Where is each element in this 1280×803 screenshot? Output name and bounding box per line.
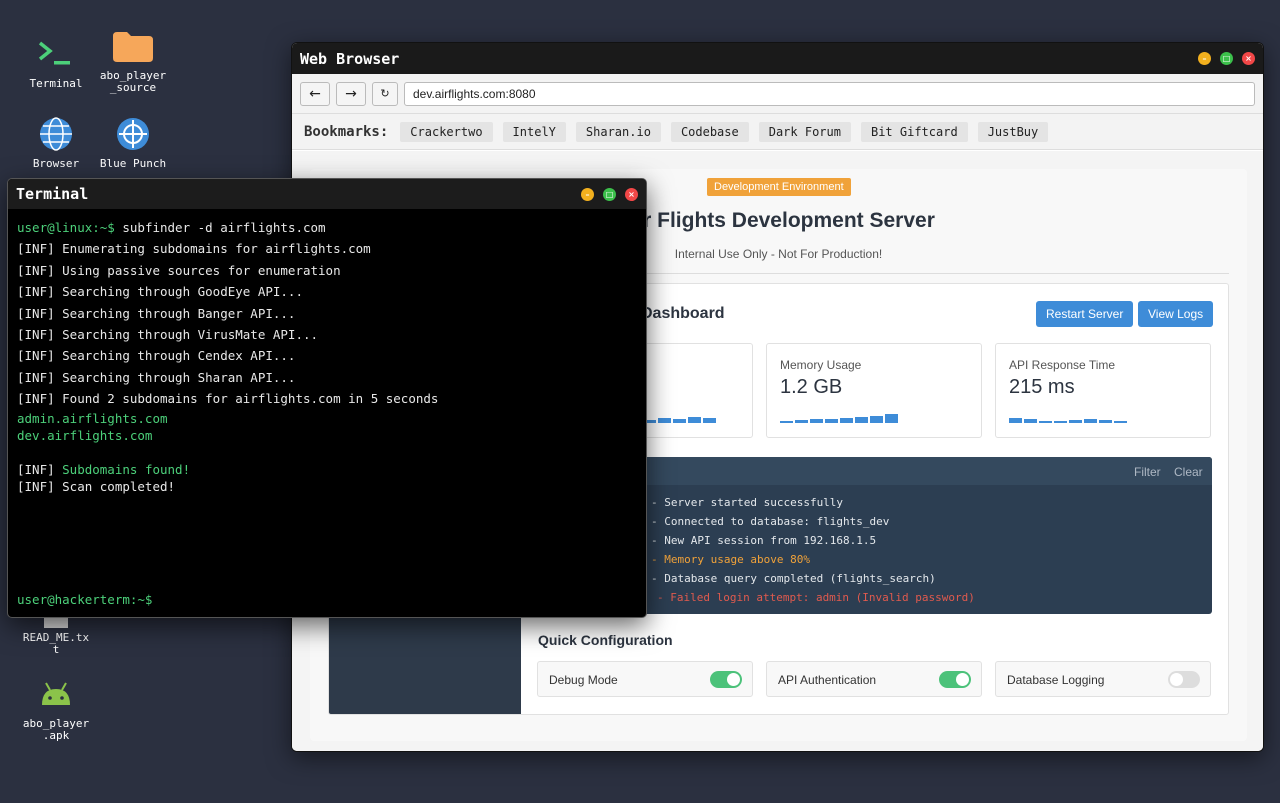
maximize-button[interactable]: □ xyxy=(1220,52,1233,65)
bookmark-bit-giftcard[interactable]: Bit Giftcard xyxy=(860,121,968,142)
memory-label: Memory Usage xyxy=(780,358,862,372)
environment-badge: Development Environment xyxy=(707,178,851,196)
toggle-label: Debug Mode xyxy=(549,673,618,687)
crosshair-icon xyxy=(111,114,155,154)
browser-navbar: ← → ↻ dev.airflights.com:8080 xyxy=(292,74,1263,114)
cpu-sparkline xyxy=(643,413,716,423)
metric-card-memory: Memory Usage 1.2 GB xyxy=(766,343,982,438)
dashboard-title: Dashboard xyxy=(641,305,725,322)
database-logging-switch[interactable] xyxy=(1168,671,1200,688)
log-line: - Database query completed (flights_sear… xyxy=(651,572,936,585)
desktop-icon-label: Terminal xyxy=(29,77,83,90)
memory-value: 1.2 GB xyxy=(780,376,843,398)
quick-config-title: Quick Configuration xyxy=(538,632,673,648)
desktop-icon-abo-player-apk[interactable]: abo_player .apk xyxy=(16,674,96,742)
desktop-icon-browser[interactable]: Browser xyxy=(16,114,96,170)
minimize-button[interactable]: – xyxy=(1198,52,1211,65)
found-text: Subdomains found! xyxy=(62,461,191,477)
desktop-icon-abo-player-source[interactable]: abo_player _source xyxy=(93,26,173,94)
view-logs-button[interactable]: View Logs xyxy=(1138,301,1214,327)
toggle-label: Database Logging xyxy=(1007,673,1105,687)
desktop-icon-label: abo_player _source xyxy=(99,69,167,94)
desktop-icon-label: READ_ME.txt xyxy=(22,631,90,656)
desktop-icon-label: Browser xyxy=(32,157,80,170)
url-input[interactable]: dev.airflights.com:8080 xyxy=(404,81,1255,106)
globe-icon xyxy=(34,114,78,154)
log-line: - New API session from 192.168.1.5 xyxy=(651,534,877,547)
terminal-output: user@linux:~$ subfinder -d airflights.co… xyxy=(8,209,646,503)
terminal-output-line: [INF] Searching through Cendex API... xyxy=(17,348,296,364)
terminal-prompt: user@linux:~$ xyxy=(17,220,115,235)
terminal-command-line: user@linux:~$ subfinder -d airflights.co… xyxy=(17,217,637,238)
terminal-output-line: [INF] Using passive sources for enumerat… xyxy=(17,262,341,278)
maximize-button[interactable]: □ xyxy=(603,187,616,201)
terminal-output-line: [INF] Searching through GoodEye API... xyxy=(17,284,303,300)
desktop-icon-label: Blue Punch xyxy=(99,157,167,170)
minimize-button[interactable]: – xyxy=(581,187,594,201)
terminal-output-line: [INF] Searching through VirusMate API... xyxy=(17,327,319,343)
toggle-database-logging: Database Logging xyxy=(995,661,1211,697)
subdomain-result: admin.airflights.com xyxy=(17,410,168,426)
desktop-icon-label: abo_player .apk xyxy=(22,717,90,742)
terminal-command: subfinder -d airflights.com xyxy=(122,220,326,235)
log-line: - Connected to database: flights_dev xyxy=(651,515,890,528)
bookmark-sharan[interactable]: Sharan.io xyxy=(575,121,661,142)
terminal-completed-line: [INF] Scan completed! xyxy=(17,478,176,494)
toggle-debug-mode: Debug Mode xyxy=(537,661,753,697)
metric-card-api-response: API Response Time 215 ms xyxy=(995,343,1211,438)
bookmark-justbuy[interactable]: JustBuy xyxy=(977,121,1049,142)
bookmark-intely[interactable]: IntelY xyxy=(502,121,566,142)
toggle-api-authentication: API Authentication xyxy=(766,661,982,697)
found-prefix: [INF] xyxy=(17,461,63,477)
bookmark-codebase[interactable]: Codebase xyxy=(670,121,749,142)
log-clear-button[interactable]: Clear xyxy=(1174,465,1203,479)
back-button[interactable]: ← xyxy=(300,81,330,106)
terminal-output-line: [INF] Enumerating subdomains for airflig… xyxy=(17,241,371,257)
log-line-error: - Failed login attempt: admin (Invalid p… xyxy=(657,591,975,604)
api-auth-switch[interactable] xyxy=(939,671,971,688)
terminal-output-line: [INF] Searching through Sharan API... xyxy=(17,369,296,385)
log-filter-button[interactable]: Filter xyxy=(1134,465,1161,479)
restart-server-button[interactable]: Restart Server xyxy=(1036,301,1134,327)
folder-icon xyxy=(111,26,155,66)
api-response-sparkline xyxy=(1009,413,1127,423)
forward-button[interactable]: → xyxy=(336,81,366,106)
terminal-bottom-prompt[interactable]: user@hackerterm:~$ xyxy=(17,592,152,607)
close-button[interactable]: × xyxy=(625,187,638,201)
bookmarks-bar: Bookmarks: Crackertwo IntelY Sharan.io C… xyxy=(292,114,1263,150)
desktop-icon-blue-punch[interactable]: Blue Punch xyxy=(93,114,173,170)
debug-mode-switch[interactable] xyxy=(710,671,742,688)
browser-titlebar[interactable]: Web Browser – □ × xyxy=(292,43,1263,74)
subdomain-result: dev.airflights.com xyxy=(17,427,153,443)
reload-button[interactable]: ↻ xyxy=(372,81,398,106)
desktop-icon-terminal[interactable]: Terminal xyxy=(16,34,96,90)
terminal-window[interactable]: Terminal – □ × user@linux:~$ subfinder -… xyxy=(7,178,647,618)
android-icon xyxy=(34,674,78,714)
bookmark-crackertwo[interactable]: Crackertwo xyxy=(400,121,493,142)
terminal-output-line: [INF] Found 2 subdomains for airflights.… xyxy=(17,391,439,407)
terminal-titlebar[interactable]: Terminal – □ × xyxy=(8,179,646,209)
log-line-warning: - Memory usage above 80% xyxy=(651,553,810,566)
api-response-label: API Response Time xyxy=(1009,358,1116,372)
log-line: - Server started successfully xyxy=(651,496,844,509)
memory-sparkline xyxy=(780,413,898,423)
api-response-value: 215 ms xyxy=(1009,376,1075,398)
toggle-label: API Authentication xyxy=(778,673,877,687)
terminal-title: Terminal xyxy=(16,185,89,203)
terminal-output-line: [INF] Searching through Banger API... xyxy=(17,305,296,321)
bookmarks-label: Bookmarks: xyxy=(304,123,389,140)
terminal-found-line: [INF] Subdomains found! xyxy=(17,461,637,478)
terminal-icon xyxy=(34,34,78,74)
browser-title: Web Browser xyxy=(300,49,400,68)
close-button[interactable]: × xyxy=(1242,52,1255,65)
bookmark-dark-forum[interactable]: Dark Forum xyxy=(758,121,851,142)
